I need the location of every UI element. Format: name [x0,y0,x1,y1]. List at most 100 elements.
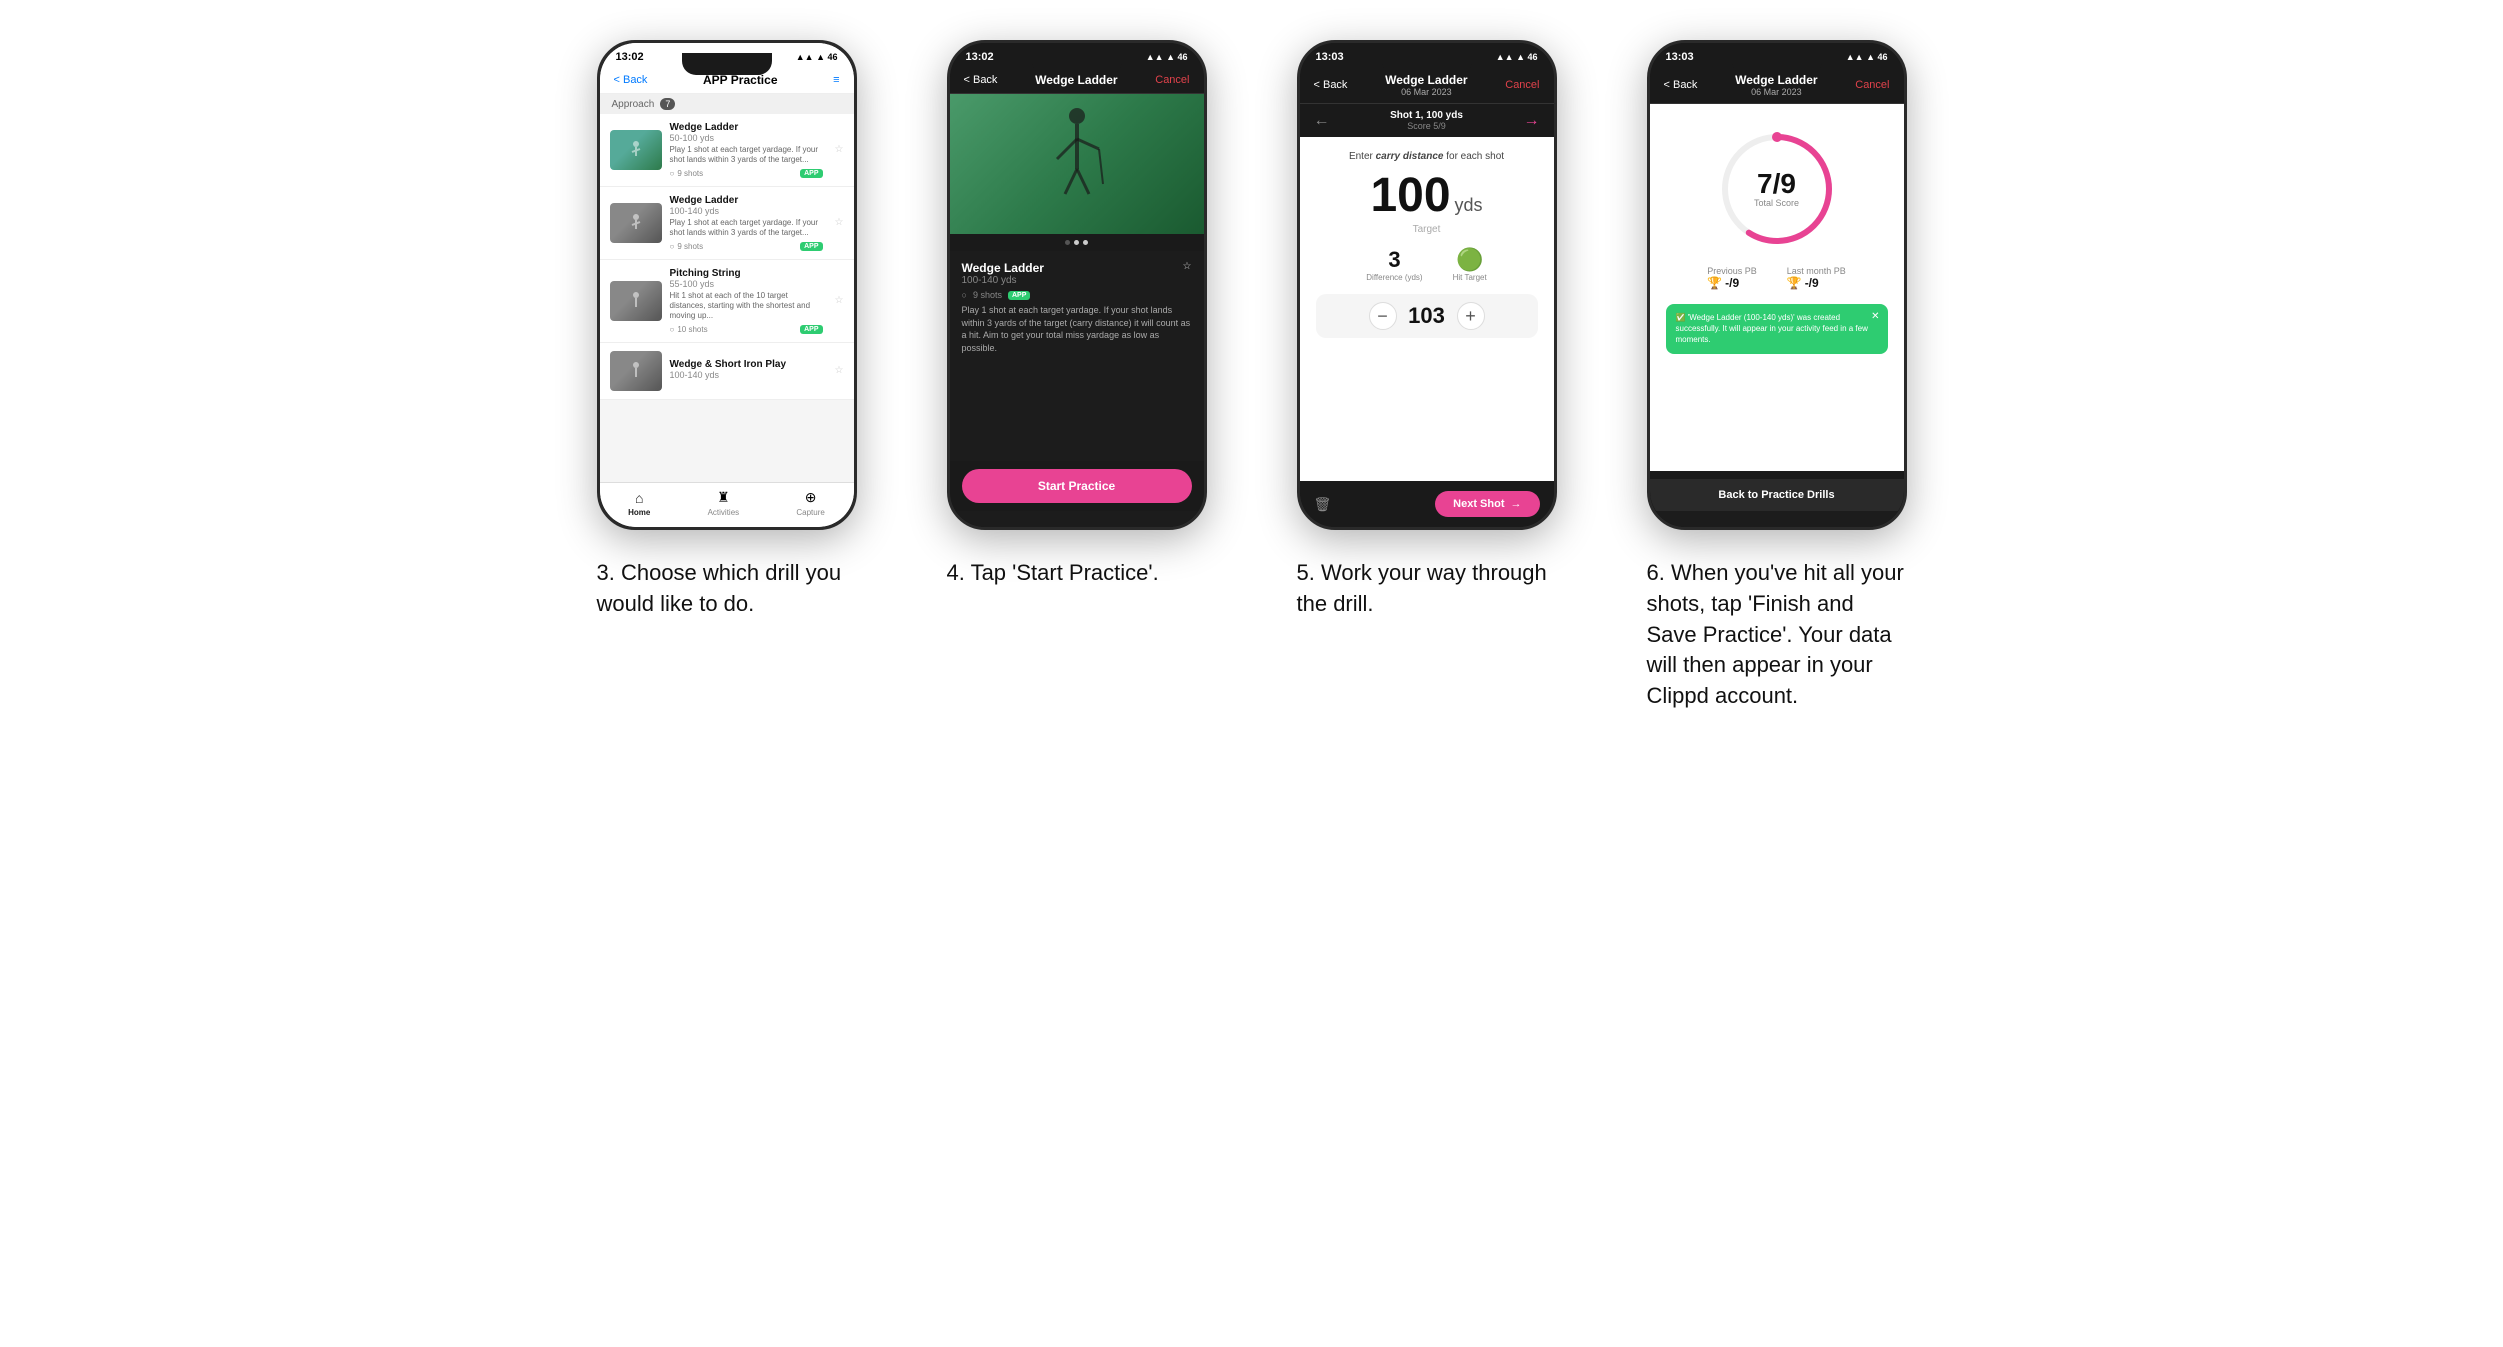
tab-capture-label: Capture [796,508,824,517]
shot-label: Shot 1, 100 yds [1390,110,1463,121]
phone4-star[interactable]: ☆ [1183,261,1192,272]
phone5-back[interactable]: < Back [1314,79,1348,91]
pb-row: Previous PB 🏆 -/9 Last month PB 🏆 -/9 [1666,266,1888,290]
tab-activities-label: Activities [708,508,740,517]
drill-star-2[interactable]: ☆ [835,217,844,228]
phone4-start-btn[interactable]: Start Practice [962,469,1192,503]
phone5-cancel[interactable]: Cancel [1505,79,1539,91]
phone4-hero [950,94,1204,234]
phone3-drill-list: Wedge Ladder 50-100 yds Play 1 shot at e… [600,114,854,482]
tab-activities[interactable]: ♜ Activities [708,489,740,517]
pb-last-month-label: Last month PB [1787,266,1846,276]
phone4-cancel[interactable]: Cancel [1155,74,1189,86]
tab-capture[interactable]: ⊕ Capture [796,489,824,517]
shot-title: Shot 1, 100 yds Score 5/9 [1390,110,1463,131]
drill-info-4: Wedge & Short Iron Play 100-140 yds [670,359,823,382]
target-word: Target [1413,224,1441,235]
score-input-value[interactable]: 103 [1407,303,1447,329]
drill-range-4: 100-140 yds [670,370,823,380]
drill-shots-2: ○ 9 shots [670,242,704,251]
drill-info-3: Pitching String 55-100 yds Hit 1 shot at… [670,268,823,334]
increment-button[interactable]: + [1457,302,1485,330]
trophy-icon-2: 🏆 [1787,276,1802,290]
hit-target-label: Hit Target [1453,273,1487,282]
prev-shot-arrow[interactable]: ← [1314,112,1330,130]
drill-range-2: 100-140 yds [670,206,823,216]
phone5-caption: 5. Work your way through the drill. [1297,558,1557,620]
drill-footer-2: ○ 9 shots APP [670,242,823,251]
phone5-time: 13:03 [1316,51,1344,63]
phone3-menu-icon[interactable]: ≡ [833,74,839,86]
phone3-screen: 13:02 ▲▲ ▲ 46 < Back APP Practice ≡ Appr… [600,43,854,527]
capture-icon: ⊕ [805,489,817,506]
phone3-back[interactable]: < Back [614,74,648,86]
phone6-results-screen: 7/9 Total Score Previous PB 🏆 -/9 [1650,104,1904,471]
next-shot-label: Next Shot [1453,498,1504,510]
dot-2 [1074,240,1079,245]
difference-value: 3 [1366,247,1422,273]
phone5-nav-title: Wedge Ladder 06 Mar 2023 [1385,73,1467,97]
phone4-shots: 9 shots [973,290,1002,300]
difference-label: Difference (yds) [1366,273,1422,282]
pb-last-month: Last month PB 🏆 -/9 [1787,266,1846,290]
toast-close-button[interactable]: ✕ [1871,310,1879,324]
phone4-shots-row: ○ 9 shots APP [962,290,1192,300]
toast-message: 'Wedge Ladder (100-140 yds)' was created… [1676,313,1868,344]
drill-badge-2: APP [800,242,822,251]
drill-thumb-2 [610,203,662,243]
hit-target-item: 🟢 Hit Target [1453,247,1487,282]
drill-star-1[interactable]: ☆ [835,144,844,155]
phone4-badge: APP [1008,291,1030,300]
drill-star-4[interactable]: ☆ [835,365,844,376]
carry-instruction: Enter carry distance for each shot [1349,151,1504,162]
next-shot-arrow[interactable]: → [1524,112,1540,130]
phone6-screen: 13:03 ▲▲ ▲ 46 < Back Wedge Ladder 06 Mar… [1650,43,1904,527]
dot-1 [1065,240,1070,245]
dot-3 [1083,240,1088,245]
next-shot-button[interactable]: Next Shot → [1435,491,1539,517]
phone4-detail-card: Wedge Ladder 100-140 yds ☆ ○ 9 shots APP… [950,251,1204,366]
drill-info-1: Wedge Ladder 50-100 yds Play 1 shot at e… [670,122,823,178]
phone5: 13:03 ▲▲ ▲ 46 < Back Wedge Ladder 06 Mar… [1297,40,1557,530]
drill-badge-3: APP [800,325,822,334]
phone4-back[interactable]: < Back [964,74,998,86]
phone5-col: 13:03 ▲▲ ▲ 46 < Back Wedge Ladder 06 Mar… [1267,40,1587,620]
phone3-time: 13:02 [616,51,644,63]
trophy-icon-1: 🏆 [1707,276,1722,290]
drill-item-1[interactable]: Wedge Ladder 50-100 yds Play 1 shot at e… [600,114,854,187]
drill-star-3[interactable]: ☆ [835,295,844,306]
score-center: 7/9 Total Score [1754,170,1799,208]
phone6-cancel[interactable]: Cancel [1855,79,1889,91]
decrement-button[interactable]: − [1369,302,1397,330]
phone3-status-icons: ▲▲ ▲ 46 [796,52,838,62]
drill-thumb-3 [610,281,662,321]
tab-home[interactable]: ⌂ Home [628,490,650,517]
pb-last-month-value: 🏆 -/9 [1787,276,1846,290]
phone3-notch [682,53,772,75]
phone6-back-btn[interactable]: Back to Practice Drills [1650,479,1904,511]
phones-row: 13:02 ▲▲ ▲ 46 < Back APP Practice ≡ Appr… [552,40,1952,712]
drill-range-3: 55-100 yds [670,279,823,289]
drill-badge-1: APP [800,169,822,178]
phone3-col: 13:02 ▲▲ ▲ 46 < Back APP Practice ≡ Appr… [567,40,887,620]
phone6-back[interactable]: < Back [1664,79,1698,91]
score-input-row: − 103 + [1316,294,1538,338]
toast-check-icon: ✅ [1676,313,1688,322]
drill-range-1: 50-100 yds [670,133,823,143]
pb-previous: Previous PB 🏆 -/9 [1707,266,1757,290]
drill-name-4: Wedge & Short Iron Play [670,359,823,370]
phone5-notch [1382,53,1472,75]
pb-previous-value: 🏆 -/9 [1707,276,1757,290]
drill-desc-3: Hit 1 shot at each of the 10 target dist… [670,291,823,322]
drill-thumb-4 [610,351,662,391]
phone4-status-icons: ▲▲ ▲ 46 [1146,52,1188,62]
drill-name-2: Wedge Ladder [670,195,823,206]
score-ring-container: 7/9 Total Score [1712,124,1842,254]
drill-item-3[interactable]: Pitching String 55-100 yds Hit 1 shot at… [600,260,854,343]
drill-item-2[interactable]: Wedge Ladder 100-140 yds Play 1 shot at … [600,187,854,260]
drill-item-4[interactable]: Wedge & Short Iron Play 100-140 yds ☆ [600,343,854,400]
drill-shots-3: ○ 10 shots [670,325,708,334]
drill-info-2: Wedge Ladder 100-140 yds Play 1 shot at … [670,195,823,251]
trash-icon[interactable]: 🗑 [1314,496,1332,513]
drill-desc-1: Play 1 shot at each target yardage. If y… [670,145,823,166]
